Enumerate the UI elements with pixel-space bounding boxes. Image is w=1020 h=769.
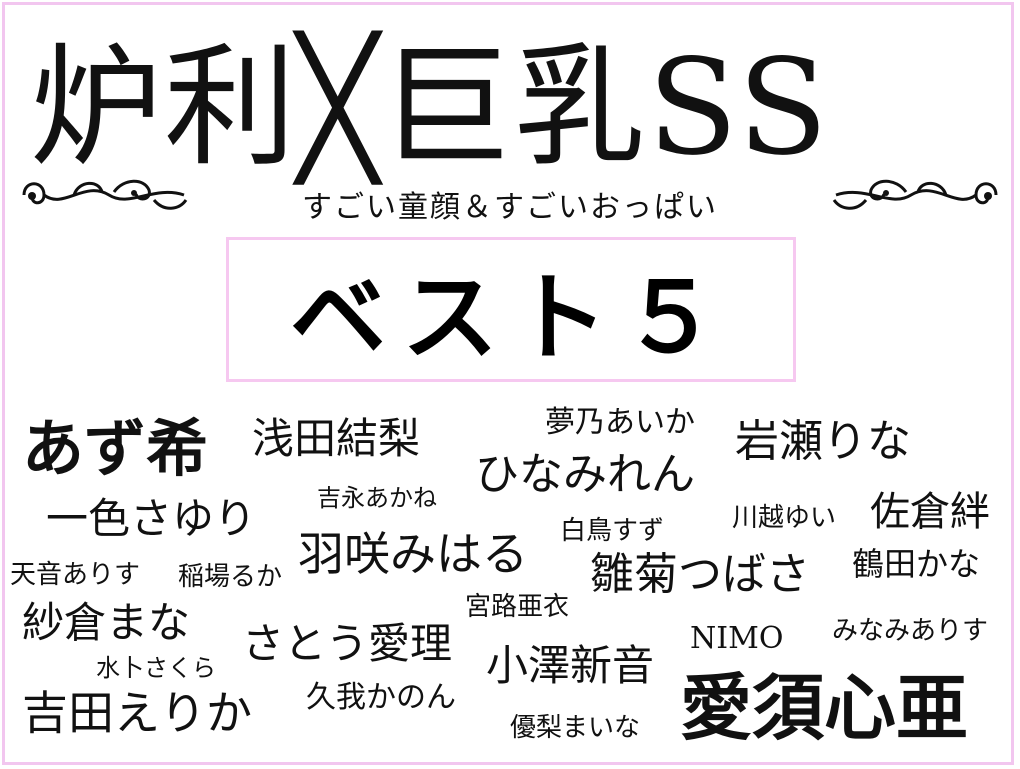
name-ozawa-neon: 小澤新音: [486, 641, 655, 690]
name-shiratori-suzu: 白鳥すず: [560, 516, 665, 546]
name-kuga-kanon: 久我かのん: [306, 680, 456, 715]
name-sakura-mana: 紗倉まな: [22, 598, 191, 647]
name-miura-sakura: 水卜さくら: [96, 654, 216, 682]
name-aisu-kokoa: 愛須心亜: [680, 665, 969, 750]
name-yumeno-aika: 夢乃あいか: [545, 405, 695, 440]
name-isshiki-sayuri: 一色さゆり: [46, 494, 257, 543]
name-nimo: NIMO: [690, 621, 784, 656]
name-azuki: あず希: [22, 412, 209, 485]
name-tsuruta-kana: 鶴田かな: [852, 545, 981, 583]
page-subtitle: すごい童顔＆すごいおっぱい: [302, 190, 718, 225]
name-kawagoe-yui: 川越ゆい: [732, 503, 837, 533]
name-sakura-kizuna: 佐倉絆: [870, 489, 990, 535]
name-yuri-maina: 優梨まいな: [510, 713, 641, 743]
name-hinagiku-tsubasa: 雛菊つばさ: [590, 549, 810, 600]
name-minami-arisu: みなみありす: [832, 616, 989, 646]
name-inaba-ruka: 稲場るか: [178, 562, 283, 592]
best-five-label: ベスト５: [290, 261, 732, 374]
title-block: 炉利╳巨乳SS: [0, 20, 1020, 190]
name-yoshida-erika: 吉田えりか: [22, 686, 252, 740]
best-five-banner: ベスト５: [226, 237, 796, 382]
page-title: 炉利╳巨乳SS: [30, 31, 831, 185]
name-usaki-miharu: 羽咲みはる: [298, 527, 528, 581]
name-miyaji-ai: 宮路亜衣: [465, 592, 570, 622]
name-amane-arisu: 天音ありす: [10, 560, 141, 590]
name-hinami-ren: ひなみれん: [475, 449, 695, 500]
name-asada-yuri: 浅田結梨: [252, 414, 421, 463]
name-yoshinaga-akane: 吉永あかね: [317, 484, 437, 512]
name-sato-airi: さとう愛理: [242, 619, 453, 668]
name-iwase-rina: 岩瀬りな: [735, 416, 911, 467]
